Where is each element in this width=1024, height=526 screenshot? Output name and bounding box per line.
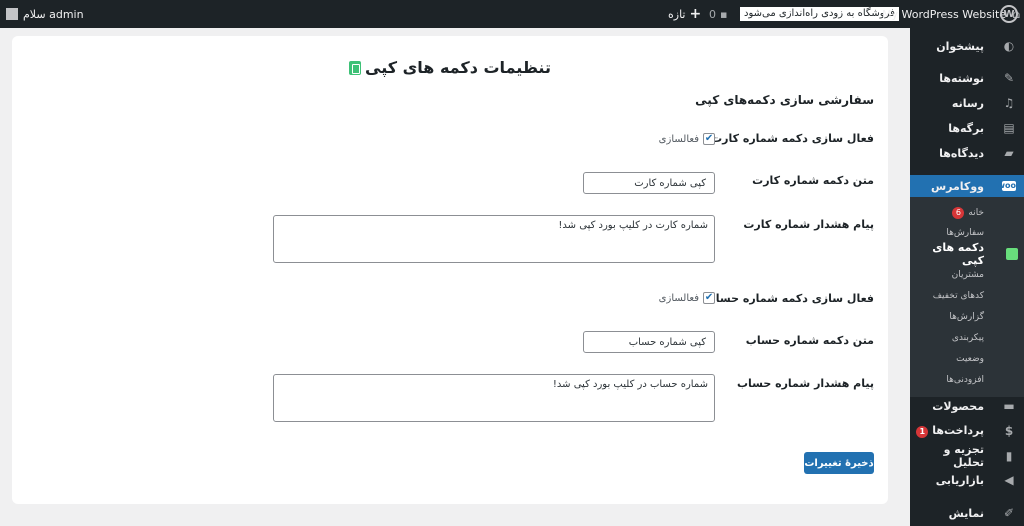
save-changes-button[interactable]: ذخیرهٔ تغییرات [804, 452, 874, 474]
sidebar-item-label: پیشخوان [936, 39, 984, 53]
sidebar-item-posts[interactable]: ✎ نوشته‌ها [910, 68, 1024, 88]
account-enable-field: ✔ فعالسازی [659, 292, 715, 304]
site-name: My WordPress Website [882, 7, 1007, 21]
megaphone-icon: ◀ [1004, 473, 1014, 487]
submenu-item-settings[interactable]: پیکربندی [910, 328, 1024, 348]
sidebar-item-woocommerce[interactable]: woo ووکامرس [904, 175, 1024, 197]
account-button-label: متن دکمه شماره حساب [745, 334, 874, 347]
sidebar-item-label: بازاریابی [935, 473, 984, 487]
new-label: تازه [668, 7, 686, 21]
sidebar-item-payments[interactable]: $ پرداخت‌ها1 [910, 421, 1024, 441]
submenu-item-customers[interactable]: مشتریان [910, 265, 1024, 285]
account-enable-text: فعالسازی [658, 292, 699, 304]
page-title: تنظیمات دکمه های کپی [349, 58, 551, 77]
comments-count: 0 [709, 7, 716, 21]
submenu-item-label: دکمه های کپی [932, 241, 984, 267]
submenu-item-status[interactable]: وضعیت [910, 349, 1024, 369]
sidebar-item-label: دیدگاه‌ها [939, 146, 984, 160]
settings-card: تنظیمات دکمه های کپی سفارشی سازی دکمه‌ها… [12, 36, 888, 504]
section-title: سفارشی سازی دکمه‌های کپی [695, 93, 874, 107]
pin-icon: ✎ [1003, 71, 1015, 85]
submenu-item-coupons[interactable]: کدهای تخفیف [910, 286, 1024, 306]
dashboard-icon: ◐ [1003, 39, 1015, 53]
store-notice-badge: فروشگاه به زودی راه‌اندازی می‌شود [740, 7, 899, 21]
avatar [6, 8, 18, 20]
dollar-icon: $ [1004, 424, 1014, 438]
copy-plugin-icon [1006, 248, 1018, 260]
account-alert-textarea[interactable]: شماره حساب در کلیپ بورد کپی شد! [273, 374, 715, 422]
sidebar-item-label: تجزیه و تحلیل [943, 443, 984, 469]
sidebar-item-comments[interactable]: ▰ دیدگاه‌ها [910, 143, 1024, 163]
store-notice-item[interactable]: فروشگاه به زودی راه‌اندازی می‌شود [740, 0, 899, 28]
archive-icon: ▬ [1003, 399, 1015, 413]
sidebar-item-appearance[interactable]: ✐ نمایش [910, 503, 1024, 523]
card-button-text-input[interactable]: کپی شماره کارت [583, 172, 715, 194]
card-enable-text: فعالسازی [658, 133, 699, 145]
submenu-item-label: افزودنی‌ها [946, 375, 984, 385]
account-enable-label: فعال سازی دکمه شماره حساب [704, 292, 874, 305]
admin-sidebar: ◐ پیشخوان ✎ نوشته‌ها ♫ رسانه ▤ برگه‌ها ▰… [904, 28, 1024, 526]
copy-plugin-icon [349, 60, 362, 75]
submenu-item-label: مشتریان [951, 270, 984, 280]
card-button-label: متن دکمه شماره کارت [752, 174, 874, 187]
greeting-text: سلام admin [23, 7, 84, 21]
sidebar-item-pages[interactable]: ▤ برگه‌ها [910, 118, 1024, 138]
submenu-item-label: سفارش‌ها [946, 228, 984, 238]
account-menu[interactable]: سلام admin [6, 0, 84, 28]
admin-bar: سلام admin تازه + 0 ▪ فروشگاه به زودی را… [0, 0, 1024, 28]
submenu-item-home[interactable]: خانه6 [910, 203, 1024, 223]
woocommerce-submenu: خانه6 سفارش‌ها دکمه های کپی مشتریان کدها… [910, 197, 1024, 397]
page-title-text: تنظیمات دکمه های کپی [365, 58, 551, 77]
current-menu-arrow [904, 180, 910, 192]
sidebar-item-marketing[interactable]: ◀ بازاریابی [910, 470, 1024, 490]
sidebar-item-label: برگه‌ها [948, 121, 984, 135]
submenu-item-orders[interactable]: سفارش‌ها [910, 223, 1024, 243]
account-alert-label: پیام هشدار شماره حساب [736, 377, 874, 390]
sidebar-item-label: محصولات [932, 399, 984, 413]
submenu-item-label: پیکربندی [951, 333, 984, 343]
account-button-text-input[interactable]: کپی شماره حساب [583, 331, 715, 353]
sidebar-item-label: رسانه [951, 96, 984, 110]
notification-badge: 6 [952, 207, 965, 219]
sidebar-item-media[interactable]: ♫ رسانه [910, 93, 1024, 113]
card-alert-label: پیام هشدار شماره کارت [743, 218, 874, 231]
notification-badge: 1 [916, 426, 929, 438]
sidebar-item-label: ووکامرس [930, 179, 984, 193]
submenu-item-label: خانه [968, 208, 984, 218]
sidebar-item-products[interactable]: ▬ محصولات [910, 396, 1024, 416]
media-icon: ♫ [1003, 96, 1015, 110]
comment-icon: ▪ [720, 7, 728, 21]
pages-icon: ▤ [1003, 121, 1015, 135]
sidebar-item-dashboard[interactable]: ◐ پیشخوان [910, 36, 1024, 56]
submenu-item-label: وضعیت [956, 354, 984, 364]
wordpress-logo-menu[interactable]: W [1000, 0, 1018, 28]
sidebar-item-label: پرداخت‌ها [932, 424, 984, 437]
card-enable-field: ✔ فعالسازی [659, 133, 715, 145]
card-alert-textarea[interactable]: شماره کارت در کلیپ بورد کپی شد! [273, 215, 715, 263]
sidebar-item-analytics[interactable]: ▮ تجزیه و تحلیل [910, 443, 1024, 469]
new-content-menu[interactable]: تازه + [668, 0, 701, 28]
woo-icon: woo [997, 181, 1016, 191]
card-enable-label: فعال سازی دکمه شماره کارت [711, 132, 874, 145]
sidebar-item-label: نمایش [948, 506, 984, 520]
submenu-item-label: کدهای تخفیف [932, 291, 984, 301]
brush-icon: ✐ [1003, 506, 1015, 520]
submenu-item-copy-buttons[interactable]: دکمه های کپی [910, 241, 1024, 267]
submenu-item-reports[interactable]: گزارش‌ها [910, 307, 1024, 327]
comment-icon: ▰ [1004, 146, 1014, 160]
card-enable-checkbox[interactable]: ✔ [703, 133, 715, 145]
chart-icon: ▮ [1005, 449, 1013, 463]
account-enable-checkbox[interactable]: ✔ [703, 292, 715, 304]
plus-icon: + [689, 6, 702, 22]
sidebar-item-label: نوشته‌ها [939, 71, 984, 85]
page-title-wrap: تنظیمات دکمه های کپی [12, 58, 888, 77]
submenu-item-label: گزارش‌ها [949, 312, 984, 322]
comments-menu[interactable]: 0 ▪ [709, 0, 727, 28]
wordpress-logo-icon: W [1000, 5, 1018, 23]
submenu-item-extensions[interactable]: افزودنی‌ها [910, 370, 1024, 390]
